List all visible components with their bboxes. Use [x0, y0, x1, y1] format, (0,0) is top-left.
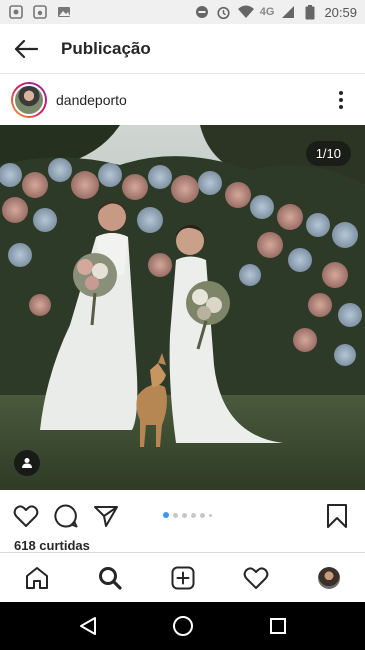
tagged-people-button[interactable]: [14, 450, 40, 476]
carousel-indicator: [163, 512, 212, 518]
username[interactable]: dandeporto: [56, 92, 127, 108]
clock: 20:59: [324, 4, 357, 20]
new-post-icon: [171, 566, 194, 589]
activity-heart-icon: [243, 566, 268, 589]
nav-search[interactable]: [90, 558, 130, 598]
more-options-button[interactable]: [331, 85, 351, 115]
share-button[interactable]: [92, 502, 120, 530]
save-button[interactable]: [323, 502, 351, 530]
nav-activity[interactable]: [236, 558, 276, 598]
status-bar: 4G 20:59: [0, 0, 365, 24]
heart-icon: [13, 505, 39, 527]
image-notification-icon: [56, 4, 72, 20]
home-circle-icon: [172, 616, 193, 636]
network-type: 4G: [259, 6, 275, 18]
nav-home[interactable]: [17, 558, 57, 598]
more-vertical-icon: [339, 91, 343, 109]
bottom-navigation: [0, 552, 365, 602]
photo-notification-icon: [8, 4, 24, 20]
carousel-dot: [182, 512, 187, 518]
wedding-photo-illustration: [0, 125, 365, 490]
wifi-icon: [237, 4, 254, 20]
carousel-dot: [191, 512, 196, 518]
back-button[interactable]: [2, 24, 50, 74]
profile-avatar: [317, 566, 340, 589]
story-ring[interactable]: [11, 82, 47, 118]
search-icon: [98, 566, 122, 590]
paper-plane-icon: [94, 506, 118, 527]
bookmark-icon: [327, 504, 347, 528]
comment-icon: [54, 504, 78, 528]
carousel-dot: [209, 513, 212, 517]
system-home-button[interactable]: [163, 606, 203, 646]
recents-square-icon: [269, 618, 286, 634]
carousel-dot: [200, 512, 205, 518]
home-icon: [25, 566, 48, 589]
system-navigation-bar: [0, 602, 365, 650]
system-recents-button[interactable]: [258, 606, 298, 646]
notification-icons: [8, 4, 72, 20]
post-photo[interactable]: 1/10: [0, 125, 365, 490]
avatar: [13, 84, 45, 116]
carousel-dot: [173, 512, 178, 518]
app-header: Publicação: [0, 24, 365, 74]
likes-count[interactable]: 618 curtidas: [14, 538, 90, 553]
post-author-row: dandeporto: [0, 75, 365, 125]
do-not-disturb-icon: [194, 4, 210, 20]
system-status: 4G 20:59: [194, 4, 357, 20]
carousel-dot: [163, 512, 169, 518]
signal-icon: [280, 4, 296, 20]
system-back-button[interactable]: [68, 606, 108, 646]
nav-new-post[interactable]: [163, 558, 203, 598]
nav-profile[interactable]: [309, 558, 349, 598]
comment-button[interactable]: [52, 502, 80, 530]
back-triangle-icon: [79, 617, 96, 635]
battery-icon: [302, 4, 318, 20]
person-icon: [22, 458, 32, 468]
alarm-icon: [216, 4, 232, 20]
page-counter: 1/10: [305, 141, 351, 166]
page-title: Publicação: [61, 38, 151, 58]
like-button[interactable]: [12, 502, 40, 530]
camera-notification-icon: [32, 4, 48, 20]
arrow-left-icon: [14, 39, 39, 58]
